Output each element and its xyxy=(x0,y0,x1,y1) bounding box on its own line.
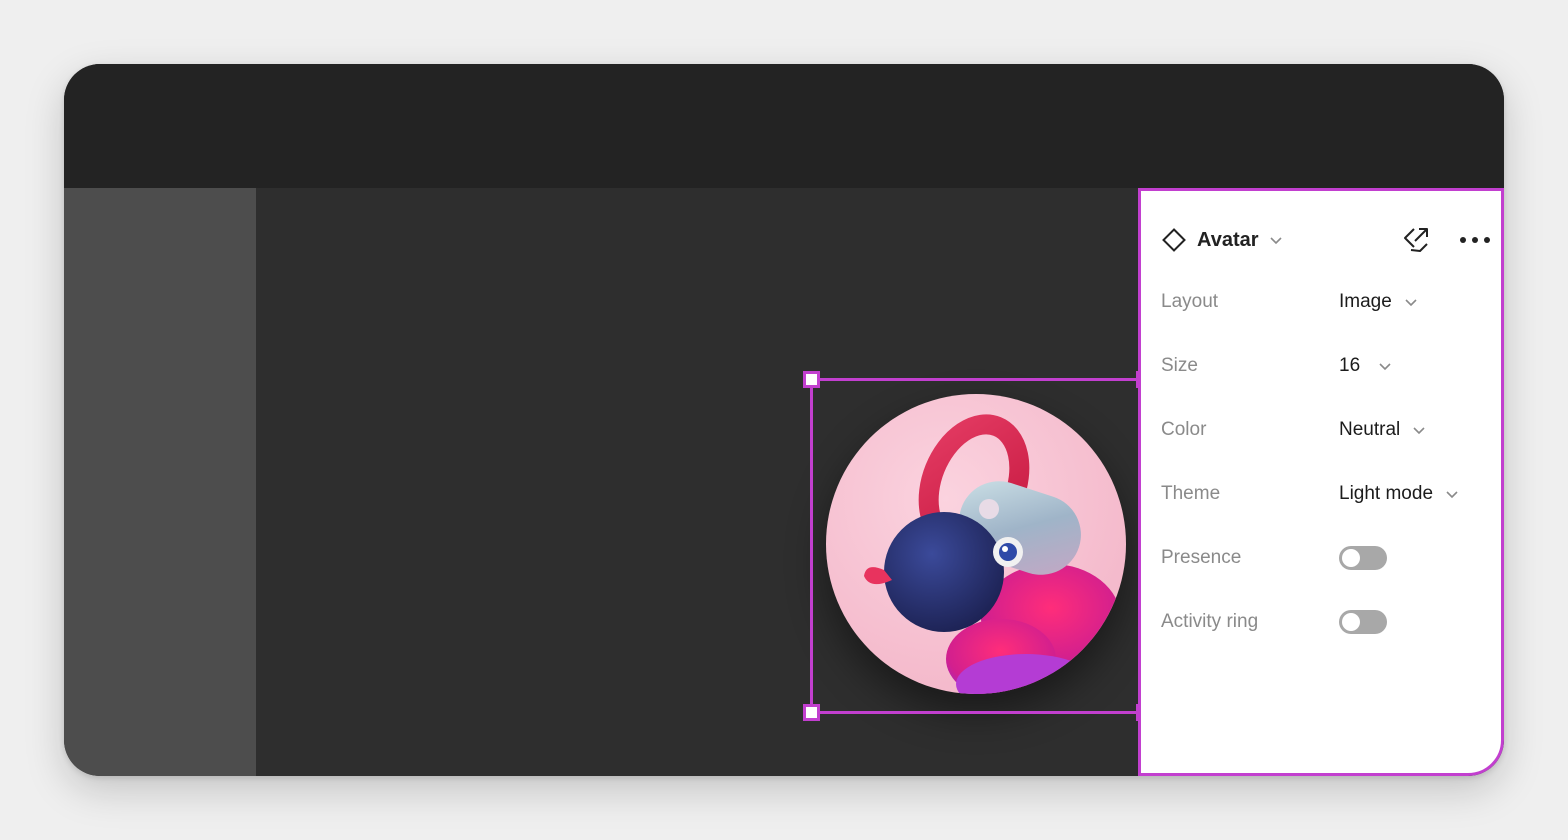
chevron-down-icon xyxy=(1445,487,1459,501)
chevron-down-icon xyxy=(1412,423,1426,437)
resize-handle-top-left[interactable] xyxy=(803,371,820,388)
color-dropdown[interactable]: Neutral xyxy=(1339,419,1426,441)
chevron-down-icon xyxy=(1404,295,1418,309)
header-actions xyxy=(1401,225,1491,255)
dropdown-value: 16 xyxy=(1339,355,1361,376)
properties-panel: Avatar Layout Image Size 16 Color Neutra… xyxy=(1138,188,1504,776)
toggle-knob xyxy=(1342,613,1360,631)
property-label: Presence xyxy=(1161,547,1242,568)
property-row-presence: Presence xyxy=(1161,543,1491,573)
more-options-icon[interactable] xyxy=(1459,236,1491,244)
property-row-size: Size 16 xyxy=(1161,351,1491,381)
go-to-main-component-icon[interactable] xyxy=(1401,225,1431,255)
layers-panel xyxy=(64,188,256,776)
property-label: Theme xyxy=(1161,483,1221,504)
design-canvas[interactable] xyxy=(256,188,1153,776)
property-label: Color xyxy=(1161,419,1207,440)
screenshot-frame: Avatar Layout Image Size 16 Color Neutra… xyxy=(0,0,1568,840)
toggle-knob xyxy=(1342,549,1360,567)
size-dropdown[interactable]: 16 xyxy=(1339,355,1392,377)
layout-dropdown[interactable]: Image xyxy=(1339,291,1418,313)
dropdown-value: Neutral xyxy=(1339,419,1401,440)
presence-toggle[interactable] xyxy=(1339,546,1387,570)
property-label: Layout xyxy=(1161,291,1219,312)
property-label: Activity ring xyxy=(1161,611,1259,632)
theme-dropdown[interactable]: Light mode xyxy=(1339,483,1459,505)
property-row-activity-ring: Activity ring xyxy=(1161,607,1491,637)
chevron-down-icon xyxy=(1378,359,1392,373)
dropdown-value: Light mode xyxy=(1339,483,1434,504)
selection-bounding-box[interactable] xyxy=(803,371,1153,721)
component-name[interactable]: Avatar xyxy=(1197,229,1259,252)
editor-window: Avatar Layout Image Size 16 Color Neutra… xyxy=(64,64,1504,776)
property-row-color: Color Neutral xyxy=(1161,415,1491,445)
property-label: Size xyxy=(1161,355,1198,376)
property-row-theme: Theme Light mode xyxy=(1161,479,1491,509)
chevron-down-icon[interactable] xyxy=(1269,233,1283,247)
resize-handle-bottom-left[interactable] xyxy=(803,704,820,721)
component-header: Avatar xyxy=(1161,225,1491,255)
activity-ring-toggle[interactable] xyxy=(1339,610,1387,634)
property-row-layout: Layout Image xyxy=(1161,287,1491,317)
top-toolbar xyxy=(64,64,1504,188)
diamond-component-icon xyxy=(1161,227,1187,253)
dropdown-value: Image xyxy=(1339,291,1392,312)
